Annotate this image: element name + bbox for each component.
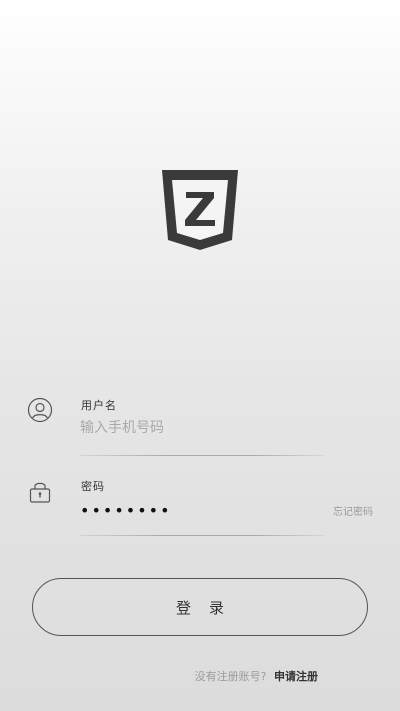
register-link[interactable]: 申请注册 [274, 670, 318, 683]
password-input[interactable] [80, 498, 280, 522]
lock-icon [29, 482, 51, 503]
user-avatar-icon [27, 397, 53, 423]
username-divider [80, 455, 325, 456]
app-logo [162, 170, 238, 250]
forgot-password-link[interactable]: 忘记密码 [333, 503, 373, 518]
login-button[interactable]: 登录 [32, 578, 368, 636]
register-row: 没有注册账号? 申请注册 [195, 668, 318, 684]
register-prompt: 没有注册账号? [194, 670, 267, 683]
password-label: 密码 [81, 480, 105, 493]
username-label: 用户名 [81, 399, 117, 412]
username-input[interactable] [80, 416, 320, 440]
password-divider [80, 535, 325, 536]
